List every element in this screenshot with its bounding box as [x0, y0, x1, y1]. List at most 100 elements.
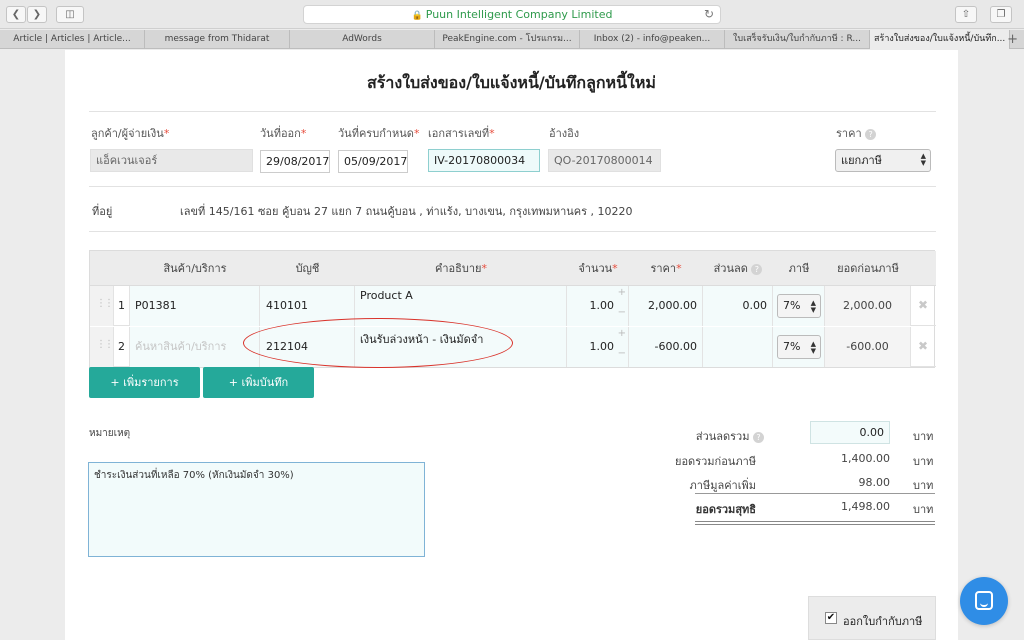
row-number: 1	[114, 286, 130, 326]
browser-tab[interactable]: Inbox (2) - info@peaken...	[580, 30, 725, 49]
divider	[89, 111, 936, 112]
new-tab-button[interactable]: +	[1007, 30, 1018, 49]
reload-icon[interactable]: ↻	[704, 6, 714, 23]
price-type-label: ราคา ?	[836, 124, 877, 142]
close-icon: ✖	[917, 339, 929, 353]
line-items-table: สินค้า/บริการ บัญชี คำอธิบาย* จำนวน* ราค…	[89, 250, 936, 368]
net-total-label: ยอดรวมสุทธิ	[695, 503, 756, 516]
row-number: 2	[114, 327, 130, 367]
doc-no-field[interactable]: IV-20170800034	[428, 149, 540, 172]
drag-handle-icon[interactable]: ⋮⋮	[90, 327, 114, 367]
currency-unit: บาท	[913, 430, 934, 443]
notes-label: หมายเหตุ	[89, 428, 131, 439]
back-button[interactable]: ❮	[6, 6, 26, 23]
add-note-button[interactable]: + เพิ่มบันทึก	[203, 367, 314, 398]
browser-tab[interactable]: Article | Articles | Article...	[0, 30, 145, 49]
pretax-value: 2,000.00	[825, 286, 911, 326]
divider	[695, 521, 935, 522]
price-input[interactable]: -600.00	[629, 327, 703, 367]
drag-handle-icon[interactable]: ⋮⋮	[90, 286, 114, 326]
decrement-icon[interactable]: −	[618, 307, 626, 318]
increment-icon[interactable]: +	[618, 328, 626, 339]
address-text: เลขที่ 145/161 ซอย คู้บอน 27 แยก 7 ถนนคู…	[180, 205, 633, 218]
notes-textarea[interactable]: ชำระเงินส่วนที่เหลือ 70% (หักเงินมัดจำ 3…	[88, 462, 425, 557]
annotation-oval	[243, 318, 513, 368]
increment-icon[interactable]: +	[618, 287, 626, 298]
discount-input[interactable]	[703, 327, 773, 367]
add-item-button[interactable]: + เพิ่มรายการ	[89, 367, 200, 398]
vat-select[interactable]: 7% ▲ ▼	[777, 335, 821, 359]
price-type-value: แยกภาษี	[841, 154, 882, 167]
browser-tab[interactable]: ใบเสร็จรับเงิน/ใบกำกับภาษี : R...	[725, 30, 870, 49]
reference-label: อ้างอิง	[549, 127, 580, 140]
price-type-select[interactable]: แยกภาษี ▲ ▼	[835, 149, 931, 172]
total-discount-input[interactable]: 0.00	[810, 421, 890, 444]
tax-invoice-checkbox[interactable]: ✔	[825, 612, 837, 624]
updown-arrow-icon: ▲ ▼	[810, 340, 816, 355]
forward-button[interactable]: ❯	[27, 6, 47, 23]
divider	[89, 231, 936, 232]
currency-unit: บาท	[913, 503, 934, 516]
table-row: ⋮⋮ 1 P01381 410101 Product A 1.00 + − 2,…	[90, 286, 936, 326]
updown-arrow-icon: ▲ ▼	[920, 152, 926, 167]
divider	[695, 493, 935, 494]
decrement-icon[interactable]: −	[618, 348, 626, 359]
qty-input[interactable]: 1.00 + −	[567, 327, 629, 367]
divider	[89, 186, 936, 187]
vat-cell: 7% ▲ ▼	[773, 286, 825, 326]
qty-value: 1.00	[589, 299, 615, 312]
share-icon[interactable]: ⇧	[955, 6, 977, 23]
qty-value: 1.00	[589, 340, 615, 353]
due-date-label: วันที่ครบกำหนด*	[338, 127, 420, 140]
address-label: ที่อยู่	[92, 205, 113, 218]
page-title: สร้างใบส่งของ/ใบแจ้งหนี้/บันทึกลูกหนี้ให…	[367, 73, 656, 92]
subtotal-label: ยอดรวมก่อนภาษี	[675, 455, 756, 468]
vat-label: ภาษีมูลค่าเพิ่ม	[689, 479, 756, 492]
vat-value: 98.00	[858, 476, 891, 489]
tabs-overview-icon[interactable]: ❐	[990, 6, 1012, 23]
delete-row-button[interactable]: ✖	[911, 327, 935, 367]
col-discount: ส่วนลด ?	[703, 251, 773, 286]
col-vat: ภาษี	[788, 262, 810, 275]
browser-tab-active[interactable]: สร้างใบส่งของ/ใบแจ้งหนี้/บันทึก...	[870, 30, 1010, 49]
customer-label: ลูกค้า/ผู้จ่ายเงิน*	[91, 127, 170, 140]
col-description: คำอธิบาย*	[435, 262, 487, 275]
vat-cell: 7% ▲ ▼	[773, 327, 825, 367]
browser-tab[interactable]: PeakEngine.com - โปรแกรม...	[435, 30, 580, 49]
help-icon[interactable]: ?	[865, 128, 877, 140]
col-price: ราคา*	[650, 262, 682, 275]
table-header: สินค้า/บริการ บัญชี คำอธิบาย* จำนวน* ราค…	[90, 251, 936, 286]
customer-field[interactable]: แอ็คเวนเจอร์	[90, 149, 253, 172]
product-input[interactable]: P01381	[130, 286, 260, 326]
chat-button[interactable]	[960, 577, 1008, 625]
chat-icon	[975, 591, 993, 610]
col-product: สินค้า/บริการ	[163, 262, 227, 275]
delete-row-button[interactable]: ✖	[911, 286, 935, 326]
issue-date-field[interactable]: 29/08/2017	[260, 150, 330, 173]
product-search-input[interactable]: ค้นหาสินค้า/บริการ	[130, 327, 260, 367]
close-icon: ✖	[917, 298, 929, 312]
divider	[695, 524, 935, 525]
help-icon[interactable]: ?	[753, 431, 764, 443]
reference-field[interactable]: QO-20170800014	[548, 149, 661, 172]
browser-tab[interactable]: AdWords	[290, 30, 435, 49]
total-discount-label: ส่วนลดรวม ?	[645, 427, 764, 445]
sidebar-toggle-icon[interactable]: ◫	[56, 6, 84, 23]
help-icon[interactable]: ?	[751, 263, 763, 275]
currency-unit: บาท	[913, 455, 934, 468]
browser-toolbar: ❮ ❯ ◫ 🔒 Puun Intelligent Company Limited …	[0, 0, 1024, 29]
qty-input[interactable]: 1.00 + −	[567, 286, 629, 326]
browser-tab[interactable]: message from Thidarat	[145, 30, 290, 49]
issue-date-label: วันที่ออก*	[260, 127, 307, 140]
currency-unit: บาท	[913, 479, 934, 492]
tab-bar: Article | Articles | Article... message …	[0, 30, 1024, 49]
pretax-value: -600.00	[825, 327, 911, 367]
col-account: บัญชี	[295, 262, 320, 275]
due-date-field[interactable]: 05/09/2017	[338, 150, 408, 173]
price-input[interactable]: 2,000.00	[629, 286, 703, 326]
col-qty: จำนวน*	[578, 262, 618, 275]
doc-no-label: เอกสารเลขที่*	[428, 127, 495, 140]
address-bar[interactable]: 🔒 Puun Intelligent Company Limited ↻	[303, 5, 721, 24]
vat-select[interactable]: 7% ▲ ▼	[777, 294, 821, 318]
discount-input[interactable]: 0.00	[703, 286, 773, 326]
